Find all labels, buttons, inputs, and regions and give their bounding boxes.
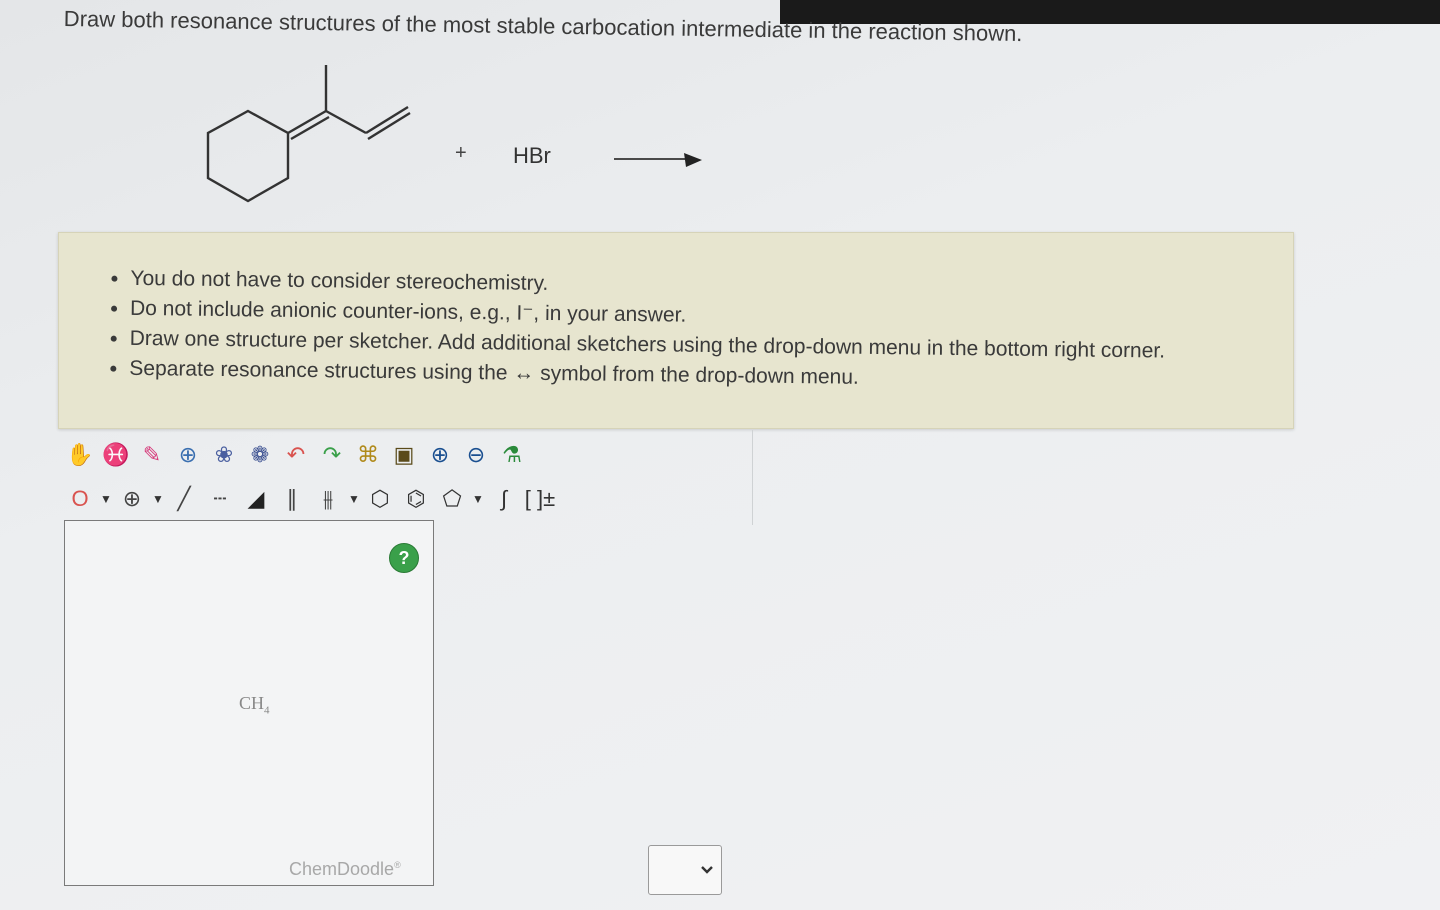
clean-3d-tool[interactable]: ❁ [242, 436, 278, 474]
caret-down-icon[interactable]: ▼ [98, 480, 114, 518]
templates-icon: ⌘ [357, 442, 379, 467]
atom-o-icon: O [71, 486, 89, 511]
caret-down-icon[interactable]: ▼ [150, 480, 166, 518]
add-sketcher-dropdown[interactable] [648, 845, 722, 895]
double-bond-icon: ∥ [286, 486, 298, 511]
triple-bond-tool[interactable]: ⫵ [310, 480, 346, 518]
benzene-icon: ⌬ [406, 486, 426, 511]
cyclohexane-tool[interactable]: ⬡ [362, 480, 398, 518]
triple-bond-icon: ⫵ [322, 486, 334, 511]
benzene-tool[interactable]: ⌬ [398, 480, 434, 518]
instructions-box: You do not have to consider stereochemis… [58, 232, 1294, 429]
plus-sign: + [455, 142, 467, 164]
eraser-tool[interactable]: ✎ [134, 436, 170, 474]
hand-tool[interactable]: ✋ [62, 436, 98, 474]
redo-icon: ↷ [322, 442, 342, 467]
chevron-down-icon [701, 866, 713, 874]
atom-settings-icon: ⚗ [502, 442, 522, 467]
single-bond-tool[interactable]: ╱ [166, 480, 202, 518]
help-button[interactable]: ? [389, 543, 419, 573]
eraser-icon: ✎ [142, 442, 162, 467]
dashed-bond-tool[interactable]: ┄ [202, 480, 238, 518]
dashed-bond-icon: ┄ [213, 486, 227, 511]
hand-icon: ✋ [66, 442, 94, 467]
center-icon: ⊕ [178, 442, 198, 467]
undo-icon: ↶ [286, 442, 306, 467]
sketcher-toolbar: ✋ ♓ ✎ ⊕ ❀ ❁ ↶ ↷ ⌘ ▣ ⊕ ⊖ ⚗ O ▼ ⊕ ▼ ╱ ┄ ◢ ∥ ⫵ ▼ ⬡ ⌬ ⬠ ▼ ∫[ ]± [62, 430, 753, 525]
polymer-bracket-tool[interactable]: ∫ [486, 480, 522, 518]
toolbar-row-1: ✋ ♓ ✎ ⊕ ❀ ❁ ↶ ↷ ⌘ ▣ ⊕ ⊖ ⚗ [62, 436, 530, 474]
zoom-out-tool[interactable]: ⊖ [458, 436, 494, 474]
toolbar-row-2: O ▼ ⊕ ▼ ╱ ┄ ◢ ∥ ⫵ ▼ ⬡ ⌬ ⬠ ▼ ∫ [ ]± [62, 480, 558, 518]
charge-plus-tool[interactable]: ⊕ [114, 480, 150, 518]
clean-icon: ❀ [214, 442, 234, 467]
chemdoodle-watermark: ChemDoodle® [289, 859, 401, 879]
double-bond-tool[interactable]: ∥ [274, 480, 310, 518]
atom-settings-tool[interactable]: ⚗ [494, 436, 530, 474]
sketcher-canvas[interactable]: ? CH4 ChemDoodle® [64, 520, 434, 886]
clean-3d-icon: ❁ [250, 442, 270, 467]
wedge-bond-tool[interactable]: ◢ [238, 480, 274, 518]
charge-bracket-icon: [ ]± [524, 486, 556, 511]
reagent-hbr: HBr [513, 143, 551, 168]
reaction-scheme [206, 65, 702, 203]
lasso-tool[interactable]: ♓ [98, 436, 134, 474]
zoom-in-tool[interactable]: ⊕ [422, 436, 458, 474]
pentagon-ring-icon: ⬠ [442, 486, 462, 511]
ch4-placeholder: CH4 [239, 693, 270, 717]
undo-tool[interactable]: ↶ [278, 436, 314, 474]
templates-tool[interactable]: ⌘ [350, 436, 386, 474]
save-icon: ▣ [393, 442, 415, 467]
center-tool[interactable]: ⊕ [170, 436, 206, 474]
wedge-bond-icon: ◢ [247, 486, 265, 511]
zoom-out-icon: ⊖ [466, 442, 486, 467]
save-tool[interactable]: ▣ [386, 436, 422, 474]
polymer-bracket-icon: ∫ [500, 486, 508, 511]
charge-plus-icon: ⊕ [122, 486, 142, 511]
cyclohexane-icon: ⬡ [370, 486, 390, 511]
single-bond-icon: ╱ [177, 486, 191, 511]
redo-tool[interactable]: ↷ [314, 436, 350, 474]
charge-bracket-tool[interactable]: [ ]± [522, 480, 558, 518]
caret-down-icon[interactable]: ▼ [346, 480, 362, 518]
clean-tool[interactable]: ❀ [206, 436, 242, 474]
reaction-arrow [614, 153, 702, 167]
caret-down-icon[interactable]: ▼ [470, 480, 486, 518]
atom-o-tool[interactable]: O [62, 480, 98, 518]
reactant-structure [206, 65, 411, 203]
lasso-icon: ♓ [102, 442, 130, 467]
zoom-in-icon: ⊕ [430, 442, 450, 467]
pentagon-ring-tool[interactable]: ⬠ [434, 480, 470, 518]
